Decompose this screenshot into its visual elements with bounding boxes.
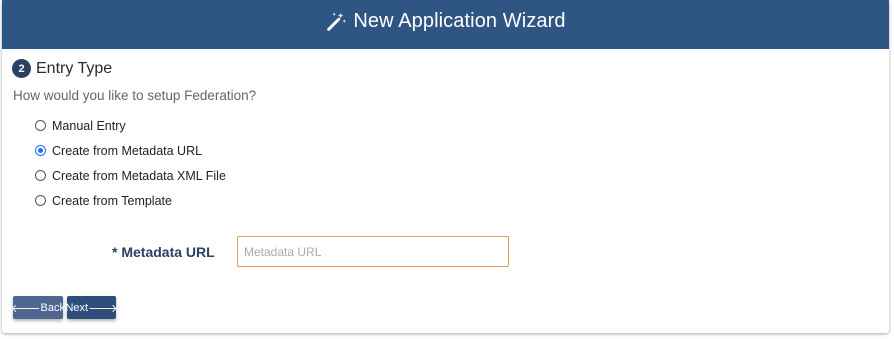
next-button-label: Next (65, 301, 89, 314)
metadata-url-input[interactable] (237, 236, 509, 267)
arrow-right-icon: 🡒 (88, 302, 118, 315)
step-number-badge: 2 (12, 59, 31, 78)
metadata-url-label: * Metadata URL (112, 244, 215, 260)
option-label: Create from Template (52, 193, 172, 208)
back-button[interactable]: 🡐 Back (11, 296, 65, 319)
radio-button-selected[interactable] (35, 145, 46, 156)
radio-button[interactable] (35, 170, 46, 181)
step-title: Entry Type (36, 59, 113, 77)
arrow-left-icon: 🡐 (11, 302, 41, 315)
magic-wand-icon (327, 11, 347, 31)
radio-button[interactable] (35, 120, 46, 131)
option-label: Manual Entry (52, 118, 126, 133)
option-template[interactable]: Create from Template (35, 188, 226, 213)
option-label: Create from Metadata URL (52, 143, 203, 158)
option-metadata-xml-file[interactable]: Create from Metadata XML File (35, 163, 226, 188)
wizard-title: New Application Wizard (353, 10, 566, 32)
entry-type-radio-group: Manual Entry Create from Metadata URL Cr… (35, 113, 226, 213)
wizard-panel: New Application Wizard 2 Entry Type How … (2, 0, 889, 333)
option-label: Create from Metadata XML File (52, 168, 226, 183)
option-metadata-url[interactable]: Create from Metadata URL (35, 138, 226, 163)
step-heading: 2 Entry Type (12, 59, 112, 78)
next-button[interactable]: Next 🡒 (65, 296, 118, 319)
back-button-label: Back (40, 301, 65, 314)
radio-button[interactable] (35, 195, 46, 206)
option-manual-entry[interactable]: Manual Entry (35, 113, 226, 138)
federation-question: How would you like to setup Federation? (13, 88, 257, 103)
wizard-header: New Application Wizard (2, 0, 889, 49)
